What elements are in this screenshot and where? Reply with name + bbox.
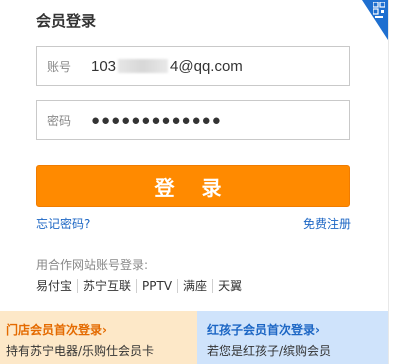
password-field[interactable]: 密码 ●●●●●●●●●●●●● [36, 100, 350, 140]
partner-pptv[interactable]: PPTV [137, 279, 179, 293]
partner-list: 易付宝 苏宁互联 PPTV 满座 天翼 [36, 279, 247, 293]
password-label: 密码 [47, 113, 72, 128]
login-button[interactable]: 登 录 [36, 165, 350, 207]
partner-login-label: 用合作网站账号登录: [36, 258, 149, 272]
register-link[interactable]: 免费注册 [303, 215, 351, 232]
qr-code-icon [373, 2, 385, 18]
partner-tianyi[interactable]: 天翼 [213, 279, 247, 293]
account-value-suffix: 4@qq.com [170, 57, 243, 75]
partner-suning-hulian[interactable]: 苏宁互联 [78, 279, 138, 293]
partner-yifubao[interactable]: 易付宝 [36, 279, 79, 293]
store-member-promo[interactable]: 门店会员首次登录› 持有苏宁电器/乐购仕会员卡 [0, 311, 197, 364]
store-promo-subtitle: 持有苏宁电器/乐购仕会员卡 [6, 344, 155, 358]
account-field[interactable]: 账号 103 4@qq.com [36, 46, 350, 86]
account-value-prefix: 103 [91, 57, 117, 75]
account-input[interactable]: 103 4@qq.com [91, 58, 243, 75]
kids-member-promo[interactable]: 红孩子会员首次登录› 若您是红孩子/缤购会员 [197, 311, 388, 364]
store-promo-title: 门店会员首次登录› [6, 323, 107, 337]
login-panel: 会员登录 账号 103 4@qq.com 密码 ●●●●●●●●●●●●● 登 … [0, 0, 389, 364]
password-input[interactable]: ●●●●●●●●●●●●● [91, 113, 222, 128]
account-label: 账号 [47, 59, 72, 74]
kids-promo-title: 红孩子会员首次登录› [207, 323, 320, 337]
page-title: 会员登录 [36, 12, 97, 30]
kids-promo-subtitle: 若您是红孩子/缤购会员 [207, 344, 332, 358]
partner-manzuo[interactable]: 满座 [178, 279, 214, 293]
forgot-password-link[interactable]: 忘记密码? [36, 215, 90, 232]
redacted-text [118, 59, 169, 73]
qr-code-login-toggle[interactable] [362, 0, 388, 40]
